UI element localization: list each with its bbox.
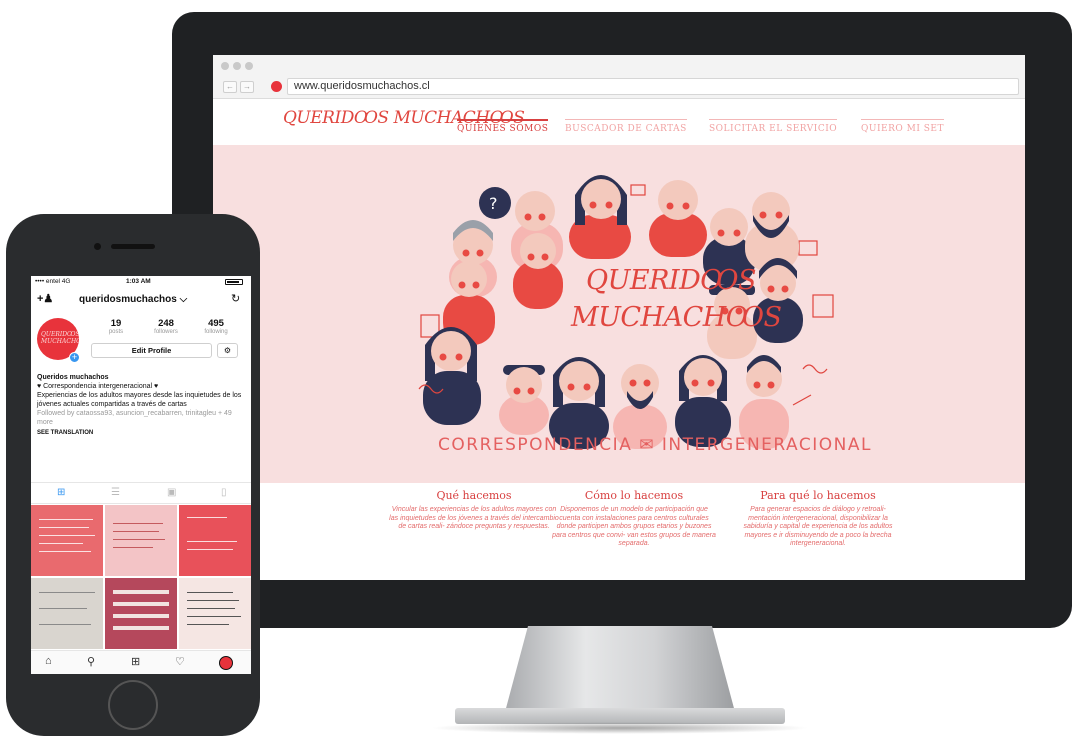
list-icon[interactable]: ☰ <box>111 487 120 498</box>
window-zoom-dot[interactable] <box>245 62 253 70</box>
status-time: 1:03 AM <box>126 278 151 285</box>
phone-camera <box>94 243 101 250</box>
monitor-shadow <box>430 722 810 734</box>
photo-grid <box>31 505 251 649</box>
column-que-hacemos: Qué hacemos Vincular las experiencias de… <box>389 489 559 532</box>
bio-name: Queridos muchachos <box>37 374 109 381</box>
profile-header: +♟ queridosmuchachos ⌵ ↻ <box>31 290 251 312</box>
gear-icon: ⚙ <box>223 346 232 355</box>
status-carrier: •••• entel 4G <box>35 278 71 285</box>
bio-line2: Experiencias de los adultos mayores desd… <box>37 392 242 408</box>
stat-label: following <box>204 329 228 335</box>
status-bar: •••• entel 4G 1:03 AM <box>31 276 251 288</box>
column-title: Para qué lo hacemos <box>760 489 876 502</box>
bookmark-icon[interactable]: ▯ <box>221 487 227 498</box>
tagged-icon[interactable]: ▣ <box>167 487 176 498</box>
column-text: Disponemos de un modelo de participación… <box>552 506 716 547</box>
info-columns: Qué hacemos Vincular las experiencias de… <box>213 483 1025 580</box>
stat-following[interactable]: 495 following <box>193 318 239 335</box>
forward-icon[interactable]: → <box>240 81 254 93</box>
smartphone: •••• entel 4G 1:03 AM +♟ queridosmuchach… <box>6 214 260 736</box>
window-close-dot[interactable] <box>221 62 229 70</box>
grid-icon[interactable]: ⊞ <box>57 487 65 498</box>
post-thumbnail[interactable] <box>179 505 251 576</box>
plus-square-icon[interactable]: ⊞ <box>131 655 140 668</box>
column-title: Qué hacemos <box>436 489 512 502</box>
nav-solicitar-el-servicio[interactable]: SOLICITAR EL SERVICIO <box>709 119 838 134</box>
browser-chrome: ← → www.queridosmuchachos.cl <box>213 55 1025 99</box>
edit-profile-button[interactable]: Edit Profile <box>91 343 212 358</box>
phone-screen: •••• entel 4G 1:03 AM +♟ queridosmuchach… <box>31 276 251 674</box>
site-favicon-icon <box>271 81 282 92</box>
phone-speaker <box>111 244 155 249</box>
post-thumbnail[interactable] <box>105 505 177 576</box>
add-story-icon[interactable]: + <box>69 352 80 363</box>
nav-buscador-de-cartas[interactable]: BUSCADOR DE CARTAS <box>565 119 687 134</box>
column-title: Cómo lo hacemos <box>584 489 684 502</box>
stat-label: followers <box>154 329 178 335</box>
address-bar[interactable]: www.queridosmuchachos.cl <box>287 78 1019 95</box>
search-icon[interactable]: ⚲ <box>87 655 95 668</box>
hero-illustration: ? QUERIDꝎS MUCHACHꝎS CORRESPONDENCIA ✉ I… <box>213 145 1025 483</box>
column-como-lo-hacemos: Cómo lo hacemos Disponemos de un modelo … <box>549 489 719 549</box>
profile-icon[interactable] <box>219 656 233 670</box>
stat-posts[interactable]: 19 posts <box>93 318 139 335</box>
column-para-que-lo-hacemos: Para qué lo hacemos Para generar espacio… <box>733 489 903 549</box>
hero-title-line2: MUCHACHꝎS <box>571 302 782 333</box>
monitor-stand <box>505 626 735 712</box>
desktop-screen: ← → www.queridosmuchachos.cl QUERIDꝎS MU… <box>213 55 1025 580</box>
stat-number: 248 <box>158 318 174 329</box>
home-icon[interactable]: ⌂ <box>45 655 52 667</box>
column-text: Vincular las experiencias de los adultos… <box>389 506 559 530</box>
home-button[interactable] <box>108 680 158 730</box>
add-user-icon[interactable]: +♟ <box>37 292 53 305</box>
stat-number: 19 <box>110 318 122 329</box>
post-thumbnail[interactable] <box>179 578 251 649</box>
nav-quiero-mi-set[interactable]: QUIERO MI SET <box>861 119 944 134</box>
stat-number: 495 <box>208 318 224 329</box>
bottom-tab-bar: ⌂ ⚲ ⊞ ♡ <box>31 650 251 674</box>
avatar-logo-text: QUERIDꝎS MUCHACHꝎS <box>41 331 79 345</box>
see-translation-link[interactable]: SEE TRANSLATION <box>37 429 245 438</box>
settings-button[interactable]: ⚙ <box>217 343 238 358</box>
svg-text:?: ? <box>489 194 498 213</box>
hero-tagline: CORRESPONDENCIA ✉ INTERGENERACIONAL <box>438 435 872 455</box>
site-navigation: QUERIDꝎS MUCHACHꝎS QUIENES SOMOS BUSCADO… <box>213 99 1025 145</box>
stat-followers[interactable]: 248 followers <box>143 318 189 335</box>
address-bar-url: www.queridosmuchachos.cl <box>294 80 430 92</box>
window-minimize-dot[interactable] <box>233 62 241 70</box>
battery-icon <box>225 279 243 285</box>
hero-title-line1: QUERIDꝎS <box>586 265 756 296</box>
post-thumbnail[interactable] <box>31 505 103 576</box>
column-text: Para generar espacios de diálogo y retro… <box>743 506 893 547</box>
profile-bio: Queridos muchachos ♥ Correspondencia int… <box>37 373 245 438</box>
post-thumbnail[interactable] <box>31 578 103 649</box>
profile-username[interactable]: queridosmuchachos ⌵ <box>79 294 187 305</box>
heart-icon[interactable]: ♡ <box>175 655 185 668</box>
mockup-stage: ← → www.queridosmuchachos.cl QUERIDꝎS MU… <box>0 0 1072 736</box>
post-thumbnail[interactable] <box>105 578 177 649</box>
history-icon[interactable]: ↻ <box>231 292 240 305</box>
bio-line1: ♥ Correspondencia intergeneracional ♥ <box>37 383 159 390</box>
nav-quienes-somos[interactable]: QUIENES SOMOS <box>457 119 549 134</box>
stat-label: posts <box>108 329 124 335</box>
back-icon[interactable]: ← <box>223 81 237 93</box>
profile-view-tabs: ⊞ ☰ ▣ ▯ <box>31 482 251 504</box>
followed-by[interactable]: Followed by cataossa93, asuncion_recabar… <box>37 409 245 427</box>
